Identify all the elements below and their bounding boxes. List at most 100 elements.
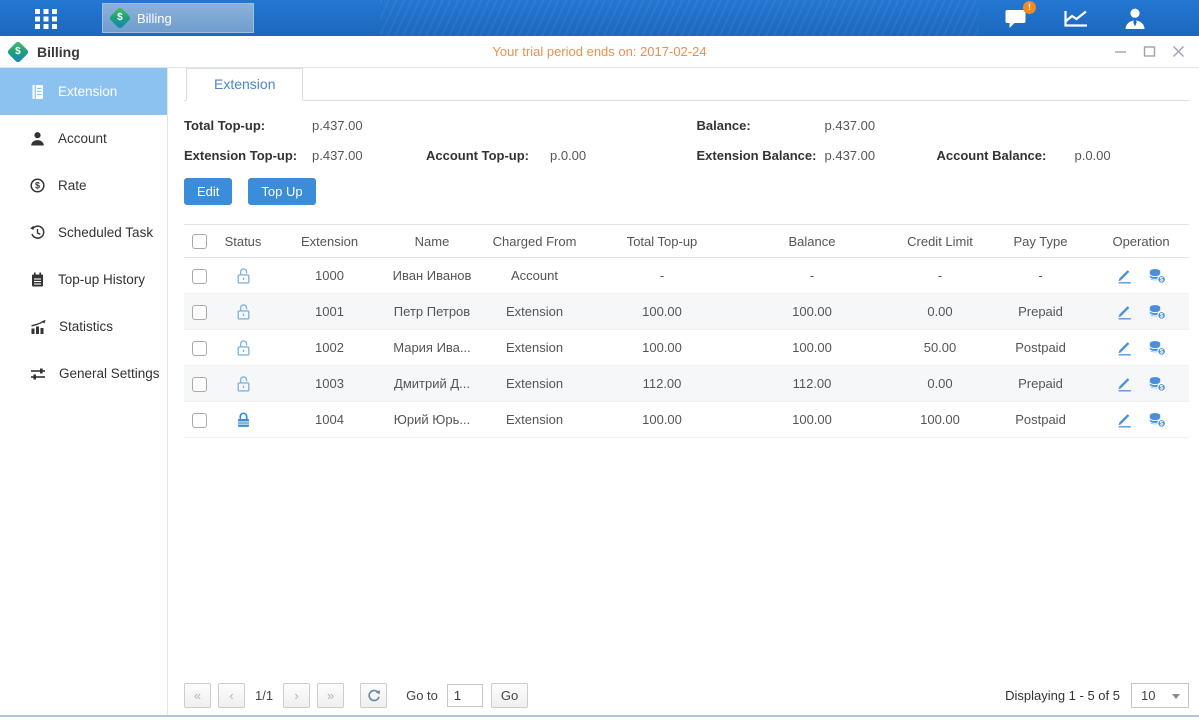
cell-charged-from: Extension — [477, 294, 592, 330]
cell-pay-type: Postpaid — [988, 330, 1093, 366]
balance-value: p.437.00 — [825, 118, 937, 133]
table-row: 1003 Дмитрий Д... Extension 112.00 112.0… — [184, 366, 1189, 402]
column-header-operation: Operation — [1093, 225, 1189, 258]
edit-icon[interactable] — [1116, 268, 1133, 284]
sidebar-item-label: Statistics — [59, 319, 113, 334]
edit-icon[interactable] — [1116, 376, 1133, 392]
cell-credit-limit: 50.00 — [892, 330, 988, 366]
minimize-button[interactable] — [1114, 45, 1127, 58]
balance-label: Balance: — [697, 118, 825, 133]
cell-charged-from: Extension — [477, 330, 592, 366]
top-up-icon[interactable]: $ — [1148, 268, 1166, 284]
sidebar-item-label: Scheduled Task — [58, 225, 153, 240]
extension-balance-value: p.437.00 — [825, 148, 937, 163]
account-topup-value: p.0.00 — [550, 148, 687, 163]
main-content: Extension Total Top-up: p.437.00 Extensi… — [168, 68, 1199, 715]
balance-summary: Total Top-up: p.437.00 Extension Top-up:… — [184, 118, 1189, 163]
last-page-button[interactable]: » — [317, 683, 344, 708]
row-checkbox[interactable] — [192, 341, 207, 356]
svg-text:$: $ — [1160, 384, 1164, 391]
edit-icon[interactable] — [1116, 304, 1133, 320]
extension-topup-label: Extension Top-up: — [184, 148, 312, 163]
top-up-icon[interactable]: $ — [1148, 304, 1166, 320]
svg-text:$: $ — [35, 181, 40, 191]
displaying-text: Displaying 1 - 5 of 5 — [1005, 688, 1120, 703]
maximize-button[interactable] — [1143, 45, 1156, 58]
close-button[interactable] — [1172, 45, 1185, 58]
cell-extension: 1000 — [272, 258, 387, 294]
cell-total-topup: 100.00 — [592, 294, 732, 330]
cell-balance: - — [732, 258, 892, 294]
sidebar-item-scheduled-task[interactable]: Scheduled Task — [0, 209, 167, 256]
row-checkbox[interactable] — [192, 269, 207, 284]
cell-name: Юрий Юрь... — [387, 402, 477, 438]
sidebar-item-label: Top-up History — [58, 272, 145, 287]
top-up-icon[interactable]: $ — [1148, 376, 1166, 392]
unlocked-icon — [235, 303, 252, 321]
column-header-balance: Balance — [732, 225, 892, 258]
window-title: Billing — [37, 44, 80, 60]
last-page-icon: » — [327, 688, 334, 703]
extensions-table: Status Extension Name Charged From Total… — [184, 224, 1189, 438]
sidebar-item-extension[interactable]: Extension — [0, 68, 167, 115]
cell-name: Дмитрий Д... — [387, 366, 477, 402]
top-up-button[interactable]: Top Up — [248, 178, 315, 205]
edit-icon[interactable] — [1116, 340, 1133, 356]
clock-history-icon — [30, 225, 45, 240]
sidebar-item-label: Account — [58, 131, 107, 146]
taskbar-billing-tab-label: Billing — [137, 11, 172, 26]
tab-extension[interactable]: Extension — [186, 68, 303, 101]
page-size-select[interactable]: 10 — [1131, 683, 1189, 708]
select-all-checkbox[interactable] — [192, 234, 207, 249]
cell-credit-limit: 0.00 — [892, 294, 988, 330]
account-menu-button[interactable] — [1123, 7, 1147, 30]
cell-name: Иван Иванов — [387, 258, 477, 294]
edit-icon[interactable] — [1116, 412, 1133, 428]
sidebar-item-topup-history[interactable]: Top-up History — [0, 256, 167, 303]
unlocked-icon — [235, 339, 252, 357]
sidebar-item-general-settings[interactable]: General Settings — [0, 350, 167, 397]
reports-button[interactable] — [1063, 8, 1089, 29]
top-up-icon[interactable]: $ — [1148, 412, 1166, 428]
goto-page-input[interactable] — [447, 684, 483, 707]
refresh-icon — [367, 689, 381, 703]
sidebar-item-rate[interactable]: $ Rate — [0, 162, 167, 209]
table-row: 1000 Иван Иванов Account - - - - — [184, 258, 1189, 294]
close-icon — [1172, 45, 1185, 58]
go-button[interactable]: Go — [491, 683, 528, 708]
pagination-bar: « ‹ 1/1 › » Go to Go Displaying 1 - 5 of… — [184, 683, 1189, 708]
messages-button[interactable]: ! — [1004, 7, 1029, 30]
top-up-icon[interactable]: $ — [1148, 340, 1166, 356]
row-checkbox[interactable] — [192, 413, 207, 428]
prev-page-icon: ‹ — [229, 688, 233, 703]
column-header-pay-type: Pay Type — [988, 225, 1093, 258]
row-checkbox[interactable] — [192, 377, 207, 392]
ledger-icon — [30, 84, 45, 100]
cell-name: Мария Ива... — [387, 330, 477, 366]
cell-balance: 112.00 — [732, 366, 892, 402]
cell-extension: 1001 — [272, 294, 387, 330]
maximize-icon — [1143, 45, 1156, 58]
sidebar-item-statistics[interactable]: Statistics — [0, 303, 167, 350]
cell-total-topup: 100.00 — [592, 402, 732, 438]
next-page-button[interactable]: › — [283, 683, 310, 708]
prev-page-button[interactable]: ‹ — [218, 683, 245, 708]
column-header-status: Status — [214, 225, 272, 258]
app-launcher-button[interactable] — [34, 6, 58, 30]
row-checkbox[interactable] — [192, 305, 207, 320]
svg-text:$: $ — [1160, 420, 1164, 427]
table-row: 1004 Юрий Юрь... Extension 100.00 100.00… — [184, 402, 1189, 438]
billing-window-icon: $ — [7, 40, 30, 63]
tab-bar: Extension — [184, 69, 1189, 101]
edit-button[interactable]: Edit — [184, 178, 232, 205]
svg-text:$: $ — [1160, 276, 1164, 283]
total-topup-label: Total Top-up: — [184, 118, 312, 133]
taskbar-billing-tab[interactable]: $ Billing — [102, 3, 254, 33]
minimize-icon — [1114, 45, 1127, 58]
cell-charged-from: Extension — [477, 366, 592, 402]
refresh-button[interactable] — [360, 683, 387, 708]
first-page-button[interactable]: « — [184, 683, 211, 708]
notepad-icon — [30, 272, 45, 287]
cell-charged-from: Account — [477, 258, 592, 294]
sidebar-item-account[interactable]: Account — [0, 115, 167, 162]
